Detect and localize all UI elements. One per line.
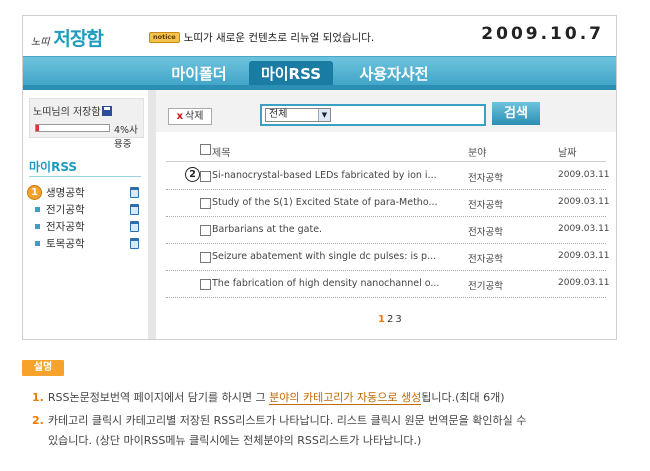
row-title[interactable]: Barbarians at the gate. <box>212 224 454 235</box>
storage-usage-text: 4%사용중 <box>114 125 138 150</box>
explanation-item-2: 2. 카테고리 클릭시 카테고리별 저장된 RSS리스트가 나타납니다. 리스트 … <box>32 412 526 428</box>
column-header-field: 분야 <box>468 148 487 159</box>
toolbar: x 삭제 전체 ▼ 검색 <box>156 90 616 132</box>
explanation-text: 카테고리 클릭시 카테고리별 저장된 RSS리스트가 나타납니다. 리스트 클릭… <box>47 414 527 427</box>
explanation-text: RSS논문정보번역 페이지에서 담기를 하시면 그 <box>47 391 270 404</box>
notice-badge: notice <box>149 32 180 43</box>
category-list: 1 생명공학 전기공학 전자공학 토목공학 <box>27 184 143 252</box>
search-box: 전체 ▼ <box>260 104 486 126</box>
row-title[interactable]: Seizure abatement with single dc pulses:… <box>212 251 454 262</box>
bullet-icon <box>35 241 40 246</box>
chevron-down-icon[interactable]: ▼ <box>318 109 330 121</box>
tab-my-rss[interactable]: 마이RSS <box>249 61 333 87</box>
category-select-value: 전체 <box>269 109 288 120</box>
explanation-item-1: 1. RSS논문정보번역 페이지에서 담기를 하시면 그 분야의 카테고리가 자동… <box>32 389 505 405</box>
explanation-number: 2. <box>32 414 44 427</box>
trash-icon[interactable] <box>130 221 139 232</box>
trash-icon[interactable] <box>130 238 139 249</box>
page-link-2[interactable]: 2 <box>387 314 393 325</box>
tab-user-dictionary[interactable]: 사용자사전 <box>341 63 447 87</box>
logo-title: 저장함 <box>53 28 103 50</box>
row-date: 2009.03.11 <box>558 170 610 180</box>
storage-box: 노띠님의 저장함 4%사용중 <box>29 98 144 150</box>
category-item-life-science[interactable]: 1 생명공학 <box>27 184 143 201</box>
marker-1: 1 <box>27 185 42 200</box>
row-date: 2009.03.11 <box>558 278 610 288</box>
current-date: 2009.10.7 <box>481 24 604 44</box>
tab-my-folder[interactable]: 마이폴더 <box>151 63 247 87</box>
category-item-civil[interactable]: 토목공학 <box>31 235 143 252</box>
column-header-date: 날짜 <box>558 148 577 159</box>
notice-bar: notice 노띠가 새로운 컨텐츠로 리뉴얼 되었습니다. <box>149 30 374 45</box>
row-checkbox[interactable] <box>200 171 211 182</box>
row-field: 전자공학 <box>468 200 503 211</box>
trash-icon[interactable] <box>130 204 139 215</box>
main-content: x 삭제 전체 ▼ 검색 제목 분야 날짜 2 Si-nanocrystal-ba… <box>156 90 616 339</box>
row-checkbox[interactable] <box>200 252 211 263</box>
row-field: 전자공학 <box>468 227 503 238</box>
app-frame: 노띠 저장함 notice 노띠가 새로운 컨텐츠로 리뉴얼 되었습니다. 20… <box>22 15 617 340</box>
top-header: 노띠 저장함 notice 노띠가 새로운 컨텐츠로 리뉴얼 되었습니다. 20… <box>23 16 616 56</box>
logo[interactable]: 노띠 저장함 <box>31 24 104 51</box>
delete-button[interactable]: x 삭제 <box>168 108 212 125</box>
row-checkbox[interactable] <box>200 225 211 236</box>
select-all-checkbox[interactable] <box>200 144 211 155</box>
storage-usage-bar <box>35 124 110 132</box>
explanation-number: 1. <box>32 391 44 404</box>
logo-small-text: 노띠 <box>31 37 50 48</box>
row-title[interactable]: The fabrication of high density nanochan… <box>212 278 454 289</box>
marker-2: 2 <box>185 167 200 182</box>
category-item-electrical[interactable]: 전기공학 <box>31 201 143 218</box>
table-row[interactable]: Barbarians at the gate. 전자공학 2009.03.11 <box>166 217 610 244</box>
row-checkbox[interactable] <box>200 198 211 209</box>
page-link-1[interactable]: 1 <box>378 314 385 325</box>
list-header: 제목 분야 날짜 <box>166 138 606 162</box>
table-row[interactable]: 2 Si-nanocrystal-based LEDs fabricated b… <box>166 163 610 190</box>
row-date: 2009.03.11 <box>558 197 610 207</box>
pagination: 123 <box>378 314 404 325</box>
delete-label: 삭제 <box>185 111 204 122</box>
column-header-title: 제목 <box>212 148 231 159</box>
bullet-icon <box>35 224 40 229</box>
row-date: 2009.03.11 <box>558 224 610 234</box>
category-label: 전기공학 <box>46 204 85 216</box>
table-row[interactable]: Seizure abatement with single dc pulses:… <box>166 244 610 271</box>
explanation-highlight: 분야의 카테고리가 자동으로 생성 <box>269 391 422 405</box>
rss-heading: 마이RSS <box>29 160 78 174</box>
explanation-item-2-cont: 있습니다. (상단 마이RSS메뉴 클릭시에는 전체분야의 RSS리스트가 나타… <box>48 432 421 448</box>
row-field: 전기공학 <box>468 281 503 292</box>
storage-title-text: 노띠님의 저장함 <box>33 107 101 118</box>
sidebar: 노띠님의 저장함 4%사용중 마이RSS 1 생명공학 전기공학 전자공학 토목… <box>23 90 153 339</box>
category-item-electronics[interactable]: 전자공학 <box>31 218 143 235</box>
rss-heading-divider <box>29 176 141 177</box>
explanation-text: 됩니다.(최대 6개) <box>421 391 505 404</box>
trash-icon[interactable] <box>130 187 139 198</box>
category-select[interactable]: 전체 ▼ <box>265 108 331 122</box>
storage-title: 노띠님의 저장함 <box>33 103 112 118</box>
table-row[interactable]: Study of the S(1) Excited State of para-… <box>166 190 610 217</box>
category-label: 토목공학 <box>46 238 85 250</box>
table-row[interactable]: The fabrication of high density nanochan… <box>166 271 610 298</box>
category-label: 전자공학 <box>46 221 85 233</box>
bullet-icon <box>35 207 40 212</box>
delete-x-icon: x <box>176 111 184 122</box>
explanation-text: 있습니다. (상단 마이RSS메뉴 클릭시에는 전체분야의 RSS리스트가 나타… <box>48 434 422 447</box>
storage-usage-fill <box>36 125 39 131</box>
main-nav: 마이폴더 마이RSS 사용자사전 <box>23 56 616 90</box>
row-title[interactable]: Study of the S(1) Excited State of para-… <box>212 197 454 208</box>
search-input[interactable] <box>334 108 480 122</box>
category-label: 생명공학 <box>46 187 85 199</box>
notice-text[interactable]: 노띠가 새로운 컨텐츠로 리뉴얼 되었습니다. <box>184 30 375 45</box>
row-field: 전자공학 <box>468 173 503 184</box>
row-date: 2009.03.11 <box>558 251 610 261</box>
row-title[interactable]: Si-nanocrystal-based LEDs fabricated by … <box>212 170 454 181</box>
sidebar-divider <box>148 90 156 339</box>
disk-icon <box>101 105 112 116</box>
search-button[interactable]: 검색 <box>492 102 540 125</box>
row-checkbox[interactable] <box>200 279 211 290</box>
row-field: 전자공학 <box>468 254 503 265</box>
explanation-badge: 설명 <box>22 360 64 376</box>
page-link-3[interactable]: 3 <box>395 314 401 325</box>
